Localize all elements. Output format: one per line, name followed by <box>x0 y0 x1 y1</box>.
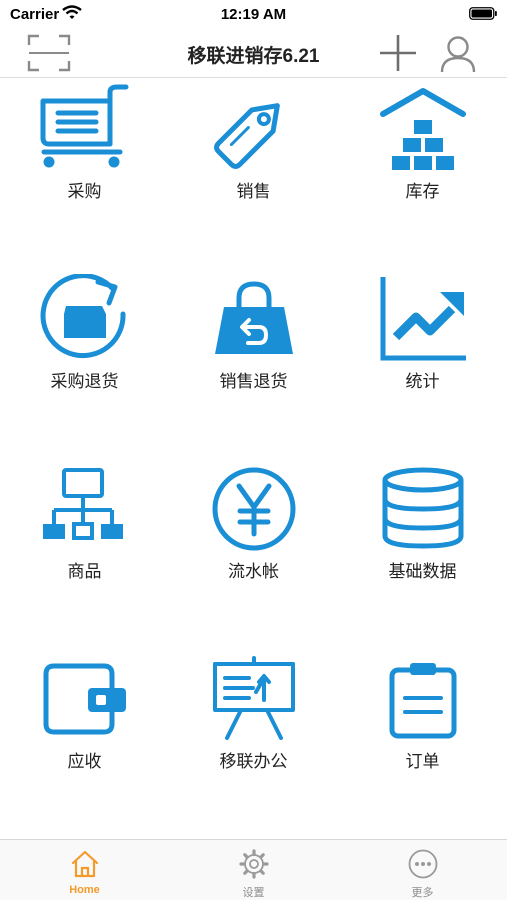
return-box-icon <box>40 274 126 359</box>
yen-coin-icon <box>212 467 296 551</box>
gear-icon <box>239 849 269 879</box>
grid-item-base-data[interactable]: 基础数据 <box>338 459 507 649</box>
grid-item-label: 流水帐 <box>228 562 279 581</box>
grid-item-orders[interactable]: 订单 <box>338 649 507 839</box>
grid-item-inventory[interactable]: 库存 <box>338 79 507 269</box>
battery-icon <box>469 7 497 20</box>
grid-item-purchase-return[interactable]: 采购退货 <box>0 269 169 459</box>
wallet-icon <box>43 663 126 735</box>
tab-label: 更多 <box>411 887 434 899</box>
grid-item-label: 订单 <box>405 752 440 771</box>
grid-item-label: 销售 <box>236 182 271 201</box>
grid-item-statistics[interactable]: 统计 <box>338 269 507 459</box>
clipboard-icon <box>389 663 457 739</box>
tab-bar: Home 设置 更多 <box>0 839 507 900</box>
grid-item-purchase[interactable]: 采购 <box>0 79 169 269</box>
page-title: 移联进销存6.21 <box>187 46 320 67</box>
scan-icon[interactable] <box>26 32 72 74</box>
shopping-cart-icon <box>40 84 129 168</box>
hierarchy-icon <box>43 468 123 540</box>
add-icon[interactable] <box>376 32 420 74</box>
tab-label: Home <box>69 884 100 896</box>
presentation-board-icon <box>213 656 295 740</box>
grid-item-label: 应收 <box>67 752 102 771</box>
tab-home[interactable]: Home <box>0 840 169 900</box>
grid-item-label: 移联办公 <box>219 752 288 771</box>
return-bag-icon <box>215 281 293 354</box>
grid-item-sales-return[interactable]: 销售退货 <box>169 269 338 459</box>
function-grid: 采购 销售 库存 采购退货 销售退货 统计 商品 流水帐 基础数据 应收 移联办… <box>0 79 507 839</box>
grid-item-label: 库存 <box>405 182 440 201</box>
price-tag-icon <box>214 103 280 169</box>
grid-item-products[interactable]: 商品 <box>0 459 169 649</box>
grid-item-receivables[interactable]: 应收 <box>0 649 169 839</box>
warehouse-icon <box>380 88 466 170</box>
tab-settings[interactable]: 设置 <box>169 840 338 900</box>
user-icon[interactable] <box>438 32 478 74</box>
grid-item-office[interactable]: 移联办公 <box>169 649 338 839</box>
grid-item-label: 采购退货 <box>50 372 119 391</box>
grid-item-cash-journal[interactable]: 流水帐 <box>169 459 338 649</box>
grid-item-label: 基础数据 <box>388 562 457 581</box>
home-icon <box>71 850 99 878</box>
trend-chart-icon <box>380 277 466 361</box>
grid-item-label: 统计 <box>405 372 440 391</box>
grid-item-label: 商品 <box>67 562 102 581</box>
more-dots-icon <box>408 849 438 879</box>
grid-item-sales[interactable]: 销售 <box>169 79 338 269</box>
tab-label: 设置 <box>242 887 265 899</box>
grid-item-label: 采购 <box>67 182 102 201</box>
nav-bar: 移联进销存6.21 <box>0 28 507 78</box>
database-icon <box>382 467 464 549</box>
status-time: 12:19 AM <box>220 6 287 23</box>
tab-more[interactable]: 更多 <box>338 840 507 900</box>
status-bar: Carrier 12:19 AM <box>0 0 507 28</box>
grid-item-label: 销售退货 <box>219 372 288 391</box>
